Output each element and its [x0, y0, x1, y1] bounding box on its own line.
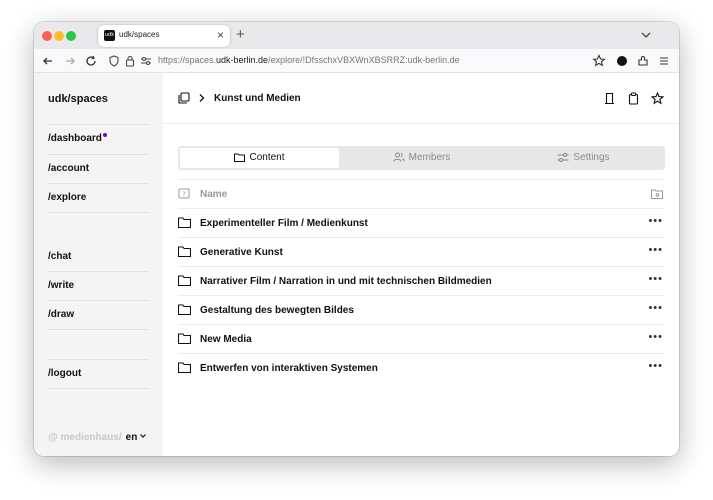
url-domain: udk-berlin.de [216, 55, 269, 65]
reload-icon[interactable] [83, 53, 99, 69]
divider [48, 183, 149, 184]
udk-favicon-icon: udk [104, 30, 115, 41]
table-row[interactable]: New Media ••• [178, 324, 665, 353]
divider [48, 359, 149, 360]
sidebar-item-account[interactable]: /account [48, 163, 89, 174]
tab-content[interactable]: Content [180, 148, 339, 168]
svg-text:?: ? [182, 190, 186, 198]
shield-icon[interactable] [106, 53, 122, 69]
extensions-icon[interactable] [635, 53, 651, 69]
folder-icon [178, 304, 191, 315]
more-options-icon[interactable]: ••• [648, 215, 663, 227]
medienhaus-brand[interactable]: @ medienhaus/ [48, 432, 122, 443]
language-select[interactable]: en [126, 432, 148, 443]
folder-icon [178, 246, 191, 257]
divider [48, 329, 149, 330]
more-options-icon[interactable]: ••• [648, 331, 663, 343]
folder-icon [178, 362, 191, 373]
table-row[interactable]: Entwerfen von interaktiven Systemen ••• [178, 353, 665, 382]
divider [48, 300, 149, 301]
column-header-name[interactable]: Name [200, 189, 227, 200]
folder-icon [234, 153, 246, 162]
address-bar[interactable]: https://spaces.udk-berlin.de/explore/!Df… [158, 55, 460, 65]
chevron-down-icon [140, 434, 147, 438]
app-brand[interactable]: udk/spaces [48, 93, 108, 105]
sidebar-item-explore[interactable]: /explore [48, 192, 86, 203]
tab-title: udk/spaces [119, 30, 160, 39]
folder-icon [178, 217, 191, 228]
row-label: Entwerfen von interaktiven Systemen [200, 363, 378, 374]
maximize-window-button[interactable] [66, 31, 76, 41]
divider [48, 271, 149, 272]
bookmark-star-icon[interactable] [591, 53, 607, 69]
sidebar-item-chat[interactable]: /chat [48, 251, 71, 262]
header-divider [163, 123, 679, 124]
tab-members[interactable]: Members [342, 148, 501, 168]
close-window-button[interactable] [42, 31, 52, 41]
table-row[interactable]: Narrativer Film / Narration in und mit t… [178, 266, 665, 295]
row-label: Narrativer Film / Narration in und mit t… [200, 276, 492, 287]
sidebar-item-label: /dashboard [48, 133, 102, 144]
folder-settings-icon[interactable] [651, 189, 663, 199]
tab-label: Settings [573, 152, 610, 163]
minimize-window-button[interactable] [54, 31, 64, 41]
tab-settings[interactable]: Settings [504, 148, 663, 168]
more-options-icon[interactable]: ••• [648, 302, 663, 314]
table-row[interactable]: Generative Kunst ••• [178, 237, 665, 266]
menu-icon[interactable] [656, 53, 672, 69]
table-row[interactable]: Experimenteller Film / Medienkunst ••• [178, 208, 665, 237]
tab-label: Members [408, 152, 451, 163]
table-header: ? Name [178, 179, 665, 208]
back-arrow-icon[interactable] [40, 53, 56, 69]
tab-close-icon[interactable]: × [217, 28, 224, 42]
star-icon[interactable] [651, 92, 664, 105]
sidebar-item-dashboard[interactable]: /dashboard [48, 133, 107, 144]
folder-icon [178, 275, 191, 286]
divider [48, 388, 149, 389]
unknown-type-icon: ? [178, 188, 190, 199]
browser-window: udk udk/spaces × + https://spaces.udk-be… [34, 22, 679, 456]
new-tab-icon[interactable]: + [236, 26, 245, 44]
clipboard-icon[interactable] [627, 92, 640, 105]
chevron-down-icon[interactable] [639, 28, 653, 42]
row-label: Gestaltung des bewegten Bildes [200, 305, 354, 316]
more-options-icon[interactable]: ••• [648, 244, 663, 256]
more-options-icon[interactable]: ••• [648, 360, 663, 372]
members-icon [393, 152, 405, 162]
sidebar-item-draw[interactable]: /draw [48, 309, 74, 320]
sidebar-item-logout[interactable]: /logout [48, 368, 81, 379]
divider [48, 212, 149, 213]
lock-icon[interactable] [122, 53, 138, 69]
divider [48, 124, 149, 125]
notification-dot [102, 133, 107, 137]
url-prefix: https://spaces. [158, 55, 217, 65]
sidebar-item-write[interactable]: /write [48, 280, 74, 291]
browser-toolbar: https://spaces.udk-berlin.de/explore/!Df… [34, 49, 679, 73]
profile-icon[interactable] [614, 53, 630, 69]
sidebar: udk/spaces /dashboard /account /explore … [34, 73, 163, 456]
folder-icon [178, 333, 191, 344]
language-value: en [125, 432, 138, 443]
divider [48, 154, 149, 155]
row-label: Generative Kunst [200, 247, 283, 258]
browser-tab[interactable]: udk udk/spaces × [98, 25, 230, 47]
main-content: Kunst und Medien Content Members Setting… [163, 73, 679, 456]
spaces-stack-icon[interactable] [178, 92, 190, 104]
permissions-icon[interactable] [138, 53, 154, 69]
table-row[interactable]: Gestaltung des bewegten Bildes ••• [178, 295, 665, 324]
tab-label: Content [249, 152, 285, 163]
sidebar-footer: @ medienhaus/en [48, 432, 147, 443]
chevron-right-icon [199, 94, 205, 102]
settings-sliders-icon [557, 153, 569, 162]
url-path: /explore/!DfsschxVBXWnXBSRRZ:udk-berlin.… [268, 55, 460, 65]
row-label: New Media [200, 334, 252, 345]
more-options-icon[interactable]: ••• [648, 273, 663, 285]
content-tabs: Content Members Settings [178, 146, 665, 170]
row-label: Experimenteller Film / Medienkunst [200, 218, 368, 229]
browser-titlebar: udk udk/spaces × + [34, 22, 679, 49]
page-title: Kunst und Medien [214, 93, 301, 104]
bookmark-icon[interactable] [603, 92, 616, 105]
forward-arrow-icon[interactable] [62, 53, 78, 69]
